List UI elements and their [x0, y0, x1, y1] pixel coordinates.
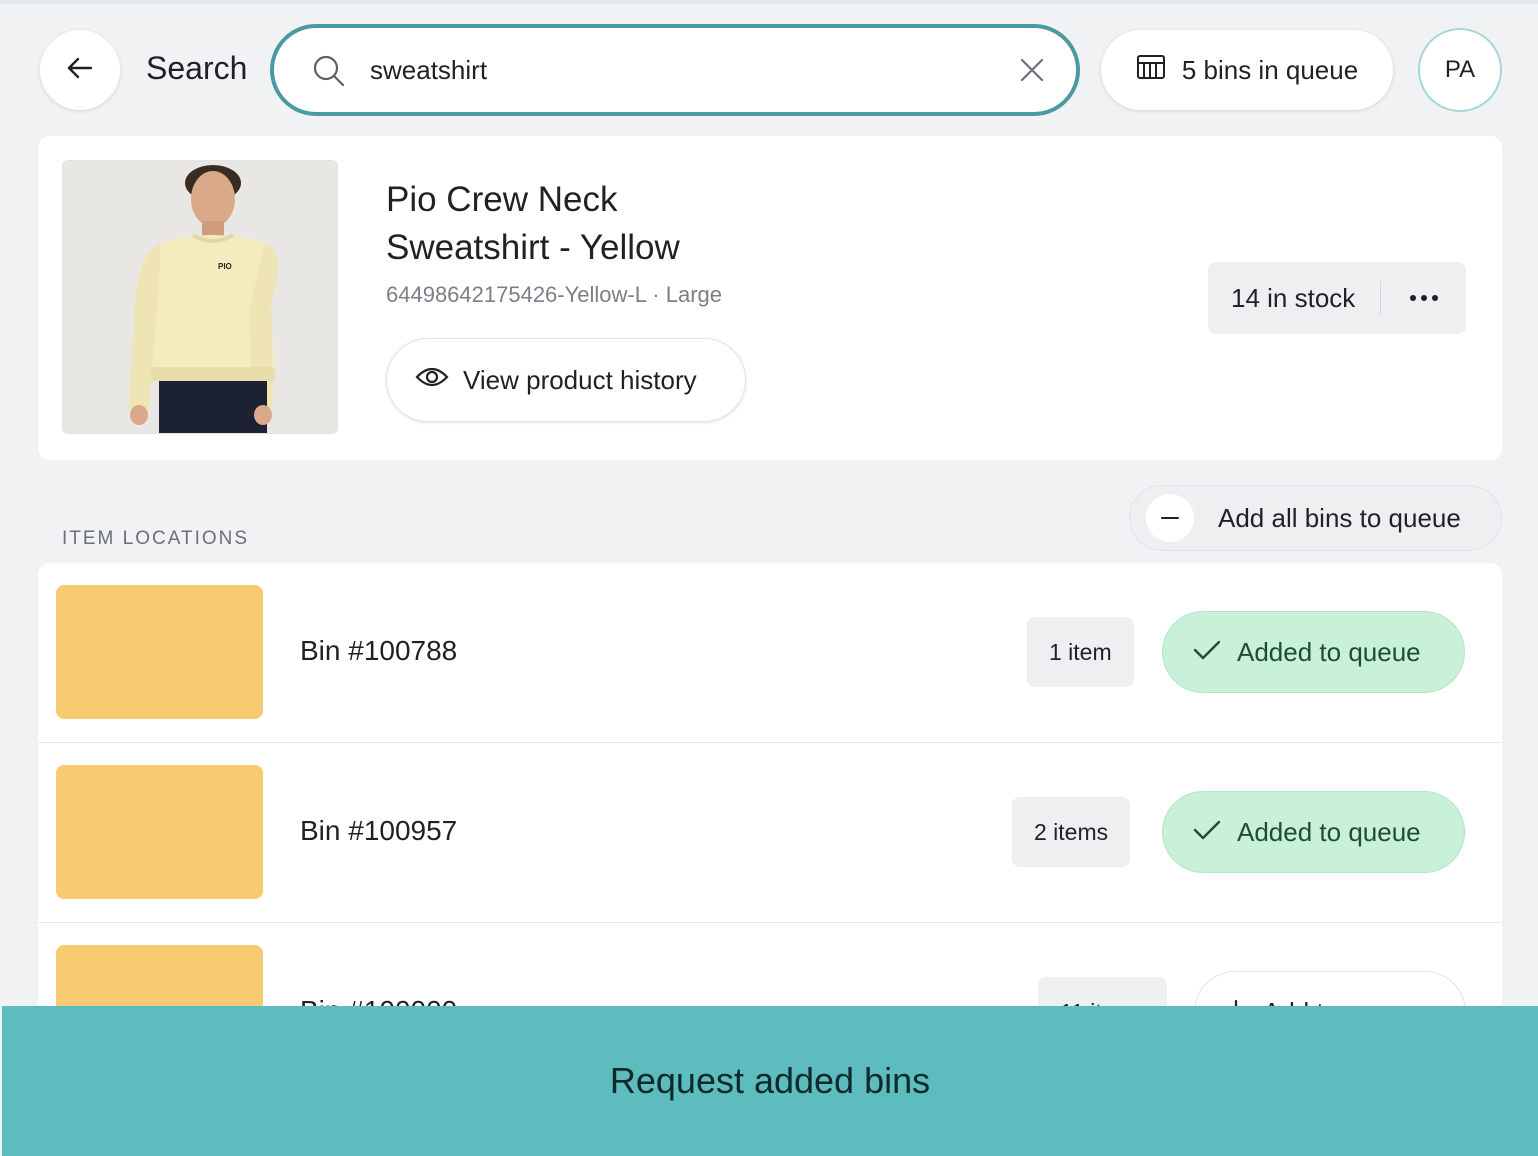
- avatar[interactable]: PA: [1418, 28, 1502, 112]
- product-title-line2: Sweatshirt - Yellow: [386, 228, 680, 267]
- bin-item-count: 1 item: [1027, 617, 1134, 687]
- bin-name: Bin #100788: [300, 635, 458, 666]
- product-sku: 64498642175426-Yellow-L: [386, 282, 647, 307]
- back-button[interactable]: [40, 30, 120, 110]
- bins-queue-button[interactable]: 5 bins in queue: [1101, 30, 1393, 110]
- bin-swatch: [56, 585, 263, 719]
- arrow-left-icon: [65, 53, 95, 88]
- bin-item-count: 2 items: [1012, 797, 1131, 867]
- eye-icon: [415, 365, 449, 396]
- product-size: Large: [665, 282, 723, 307]
- product-image: [62, 160, 338, 434]
- bin-list: Bin #100788 1 item Added to queue Bin #1…: [38, 563, 1502, 1083]
- bins-queue-label: 5 bins in queue: [1181, 54, 1359, 85]
- bin-row[interactable]: Bin #100957 2 items Added to queue: [38, 743, 1502, 923]
- product-meta: 64498642175426-Yellow-L · Large: [386, 282, 722, 308]
- stock-count: 14 in stock: [1231, 282, 1356, 313]
- bin-swatch: [56, 765, 263, 899]
- bin-name: Bin #100957: [300, 815, 458, 846]
- added-to-queue-button[interactable]: Added to queue: [1162, 611, 1465, 693]
- stock-pill: 14 in stock: [1208, 262, 1466, 334]
- search-icon: [312, 54, 346, 93]
- added-to-queue-button[interactable]: Added to queue: [1162, 791, 1465, 873]
- add-all-bins-button[interactable]: Add all bins to queue: [1129, 485, 1502, 551]
- add-all-label: Add all bins to queue: [1218, 502, 1461, 533]
- check-icon: [1193, 817, 1221, 848]
- shirt-logo: PIO: [218, 262, 232, 271]
- queue-status-label: Added to queue: [1237, 636, 1421, 667]
- check-icon: [1193, 637, 1221, 668]
- top-border: [0, 0, 1538, 4]
- queue-status-label: Added to queue: [1237, 816, 1421, 847]
- product-title-line1: Pio Crew Neck: [386, 180, 618, 219]
- bin-row[interactable]: Bin #100788 1 item Added to queue: [38, 563, 1502, 743]
- search-input[interactable]: [370, 50, 970, 90]
- product-title: Pio Crew Neck Sweatshirt - Yellow: [386, 176, 766, 272]
- request-label: Request added bins: [609, 1060, 931, 1101]
- product-card: PIO Pio Crew Neck Sweatshirt - Yellow 64…: [38, 136, 1502, 460]
- page-title: Search: [146, 50, 248, 86]
- more-options-icon[interactable]: [1381, 294, 1466, 302]
- grid-table-icon: [1136, 54, 1166, 87]
- view-product-history-button[interactable]: View product history: [386, 338, 746, 422]
- meta-separator: ·: [652, 282, 666, 307]
- search-box[interactable]: [270, 24, 1080, 116]
- minus-icon: [1146, 494, 1194, 542]
- request-added-bins-button[interactable]: Request added bins: [2, 1006, 1538, 1156]
- close-icon[interactable]: [1018, 56, 1046, 89]
- history-label: View product history: [463, 364, 697, 395]
- item-locations-heading: ITEM LOCATIONS: [62, 528, 250, 549]
